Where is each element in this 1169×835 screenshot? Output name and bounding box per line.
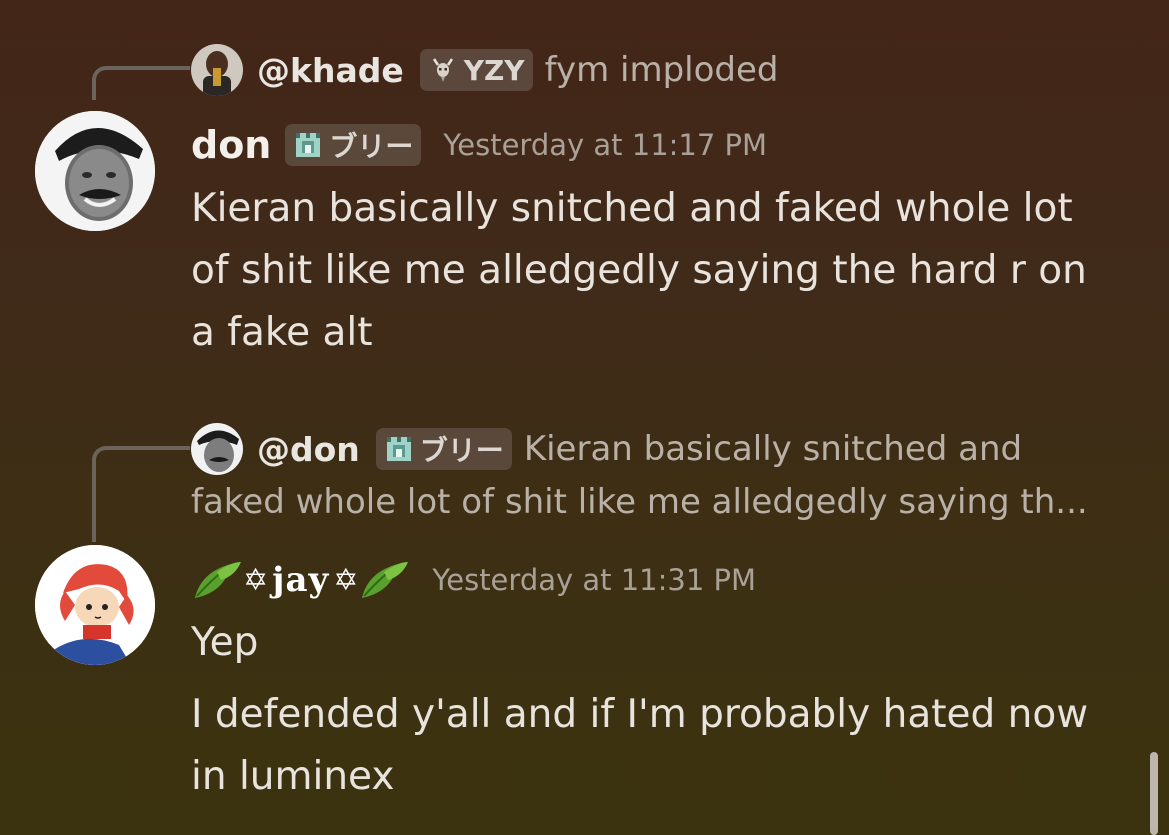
message-timestamp[interactable]: Yesterday at 11:31 PM	[432, 563, 756, 597]
reply-connector	[92, 446, 190, 542]
message-line: Yep	[191, 620, 259, 665]
reply-content-continued[interactable]: faked whole lot of shit like me alledged…	[191, 482, 1088, 522]
scrollbar[interactable]	[1150, 752, 1158, 835]
guild-tag[interactable]: ブリー	[375, 428, 512, 470]
message-line: I defended y'all and if I'm probably hat…	[191, 692, 1089, 737]
guild-tag-label: ブリー	[419, 434, 504, 467]
leaf-icon	[191, 558, 243, 602]
star-of-david-icon: ✡	[243, 562, 269, 598]
reply-avatar-don[interactable]	[191, 423, 243, 475]
chat-view: @khade YZY fym imploded don ブリー Yesterda…	[0, 0, 1169, 835]
reply-preview[interactable]: @don ブリー Kieran basically snitched and	[191, 423, 1022, 475]
reply-author[interactable]: @don	[257, 430, 360, 469]
author-name[interactable]: jay	[272, 560, 329, 600]
castle-icon	[384, 434, 414, 464]
message-line: in luminex	[191, 754, 395, 799]
message-header: ✡ jay ✡ Yesterday at 11:31 PM	[191, 553, 756, 607]
star-of-david-icon: ✡	[333, 562, 359, 598]
message-content: Yep I defended y'all and if I'm probably…	[191, 612, 1141, 808]
leaf-icon	[358, 558, 410, 602]
message-jay: @don ブリー Kieran basically snitched and f…	[0, 0, 1169, 835]
reply-content[interactable]: Kieran basically snitched and	[524, 429, 1022, 469]
avatar-jay[interactable]	[35, 545, 155, 665]
